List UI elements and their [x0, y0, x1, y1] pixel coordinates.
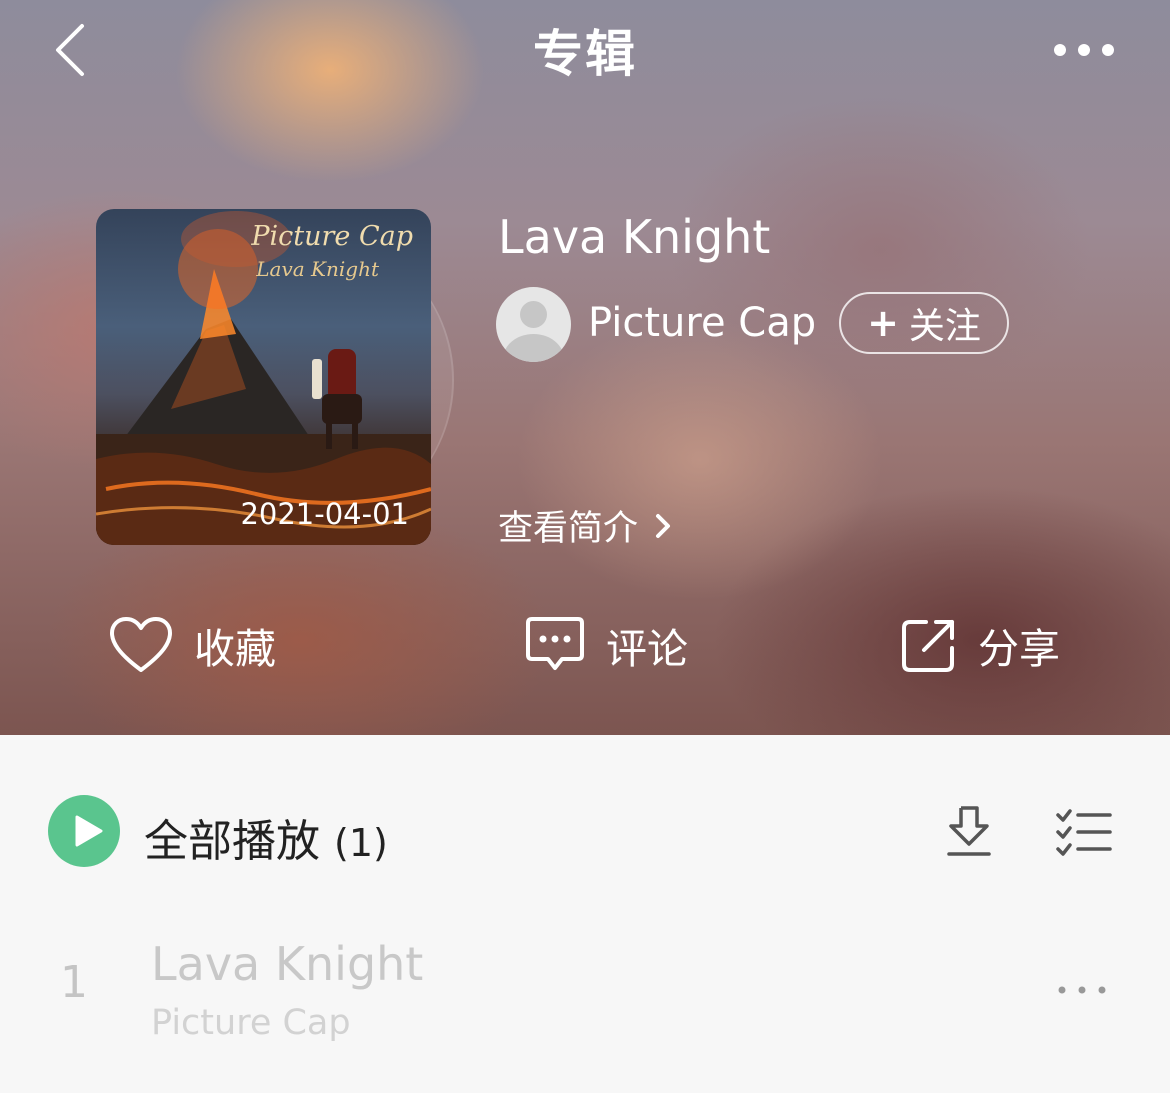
comment-label: 评论: [606, 625, 688, 673]
track-count: (1): [334, 821, 388, 865]
track-title: Lava Knight: [151, 937, 424, 991]
play-all-button[interactable]: [48, 795, 120, 867]
heart-icon: [110, 617, 172, 672]
play-all-label[interactable]: 全部播放 (1): [144, 805, 388, 869]
comment-button[interactable]: 评论: [524, 612, 688, 678]
share-icon: [902, 620, 954, 672]
cover-album-text: Lava Knight: [256, 257, 379, 281]
intro-label: 查看简介: [498, 509, 639, 549]
avatar[interactable]: [496, 287, 571, 362]
track-artist: Picture Cap: [151, 1003, 351, 1043]
track-index: 1: [60, 957, 88, 1008]
comment-icon: [526, 617, 584, 670]
share-label: 分享: [978, 625, 1060, 673]
download-icon[interactable]: [945, 804, 993, 860]
follow-button[interactable]: + 关注: [839, 292, 1009, 354]
play-icon: [75, 815, 103, 847]
avatar-body: [503, 334, 564, 362]
collect-button[interactable]: 收藏: [108, 612, 276, 678]
track-more-icon[interactable]: [1056, 982, 1108, 998]
avatar-head: [520, 301, 547, 328]
multiselect-icon[interactable]: [1056, 808, 1112, 856]
more-icon[interactable]: [1050, 40, 1120, 60]
follow-label: 关注: [908, 306, 981, 347]
share-button[interactable]: 分享: [900, 612, 1060, 678]
artist-name[interactable]: Picture Cap: [588, 300, 816, 346]
release-date: 2021-04-01: [240, 497, 409, 531]
album-cover[interactable]: Picture Cap Lava Knight 2021-04-01: [96, 209, 431, 545]
plus-icon: +: [867, 301, 899, 345]
play-all-text: 全部播放: [144, 816, 320, 867]
album-header: 专辑 Picture Cap Lava Knight 2021-04-01 La…: [0, 0, 1170, 735]
chevron-right-icon: [656, 513, 671, 538]
page-title: 专辑: [533, 25, 637, 83]
cover-artist-text: Picture Cap: [251, 221, 413, 252]
collect-label: 收藏: [194, 625, 276, 673]
album-name: Lava Knight: [498, 210, 771, 264]
view-intro-link[interactable]: 查看简介: [498, 500, 674, 551]
